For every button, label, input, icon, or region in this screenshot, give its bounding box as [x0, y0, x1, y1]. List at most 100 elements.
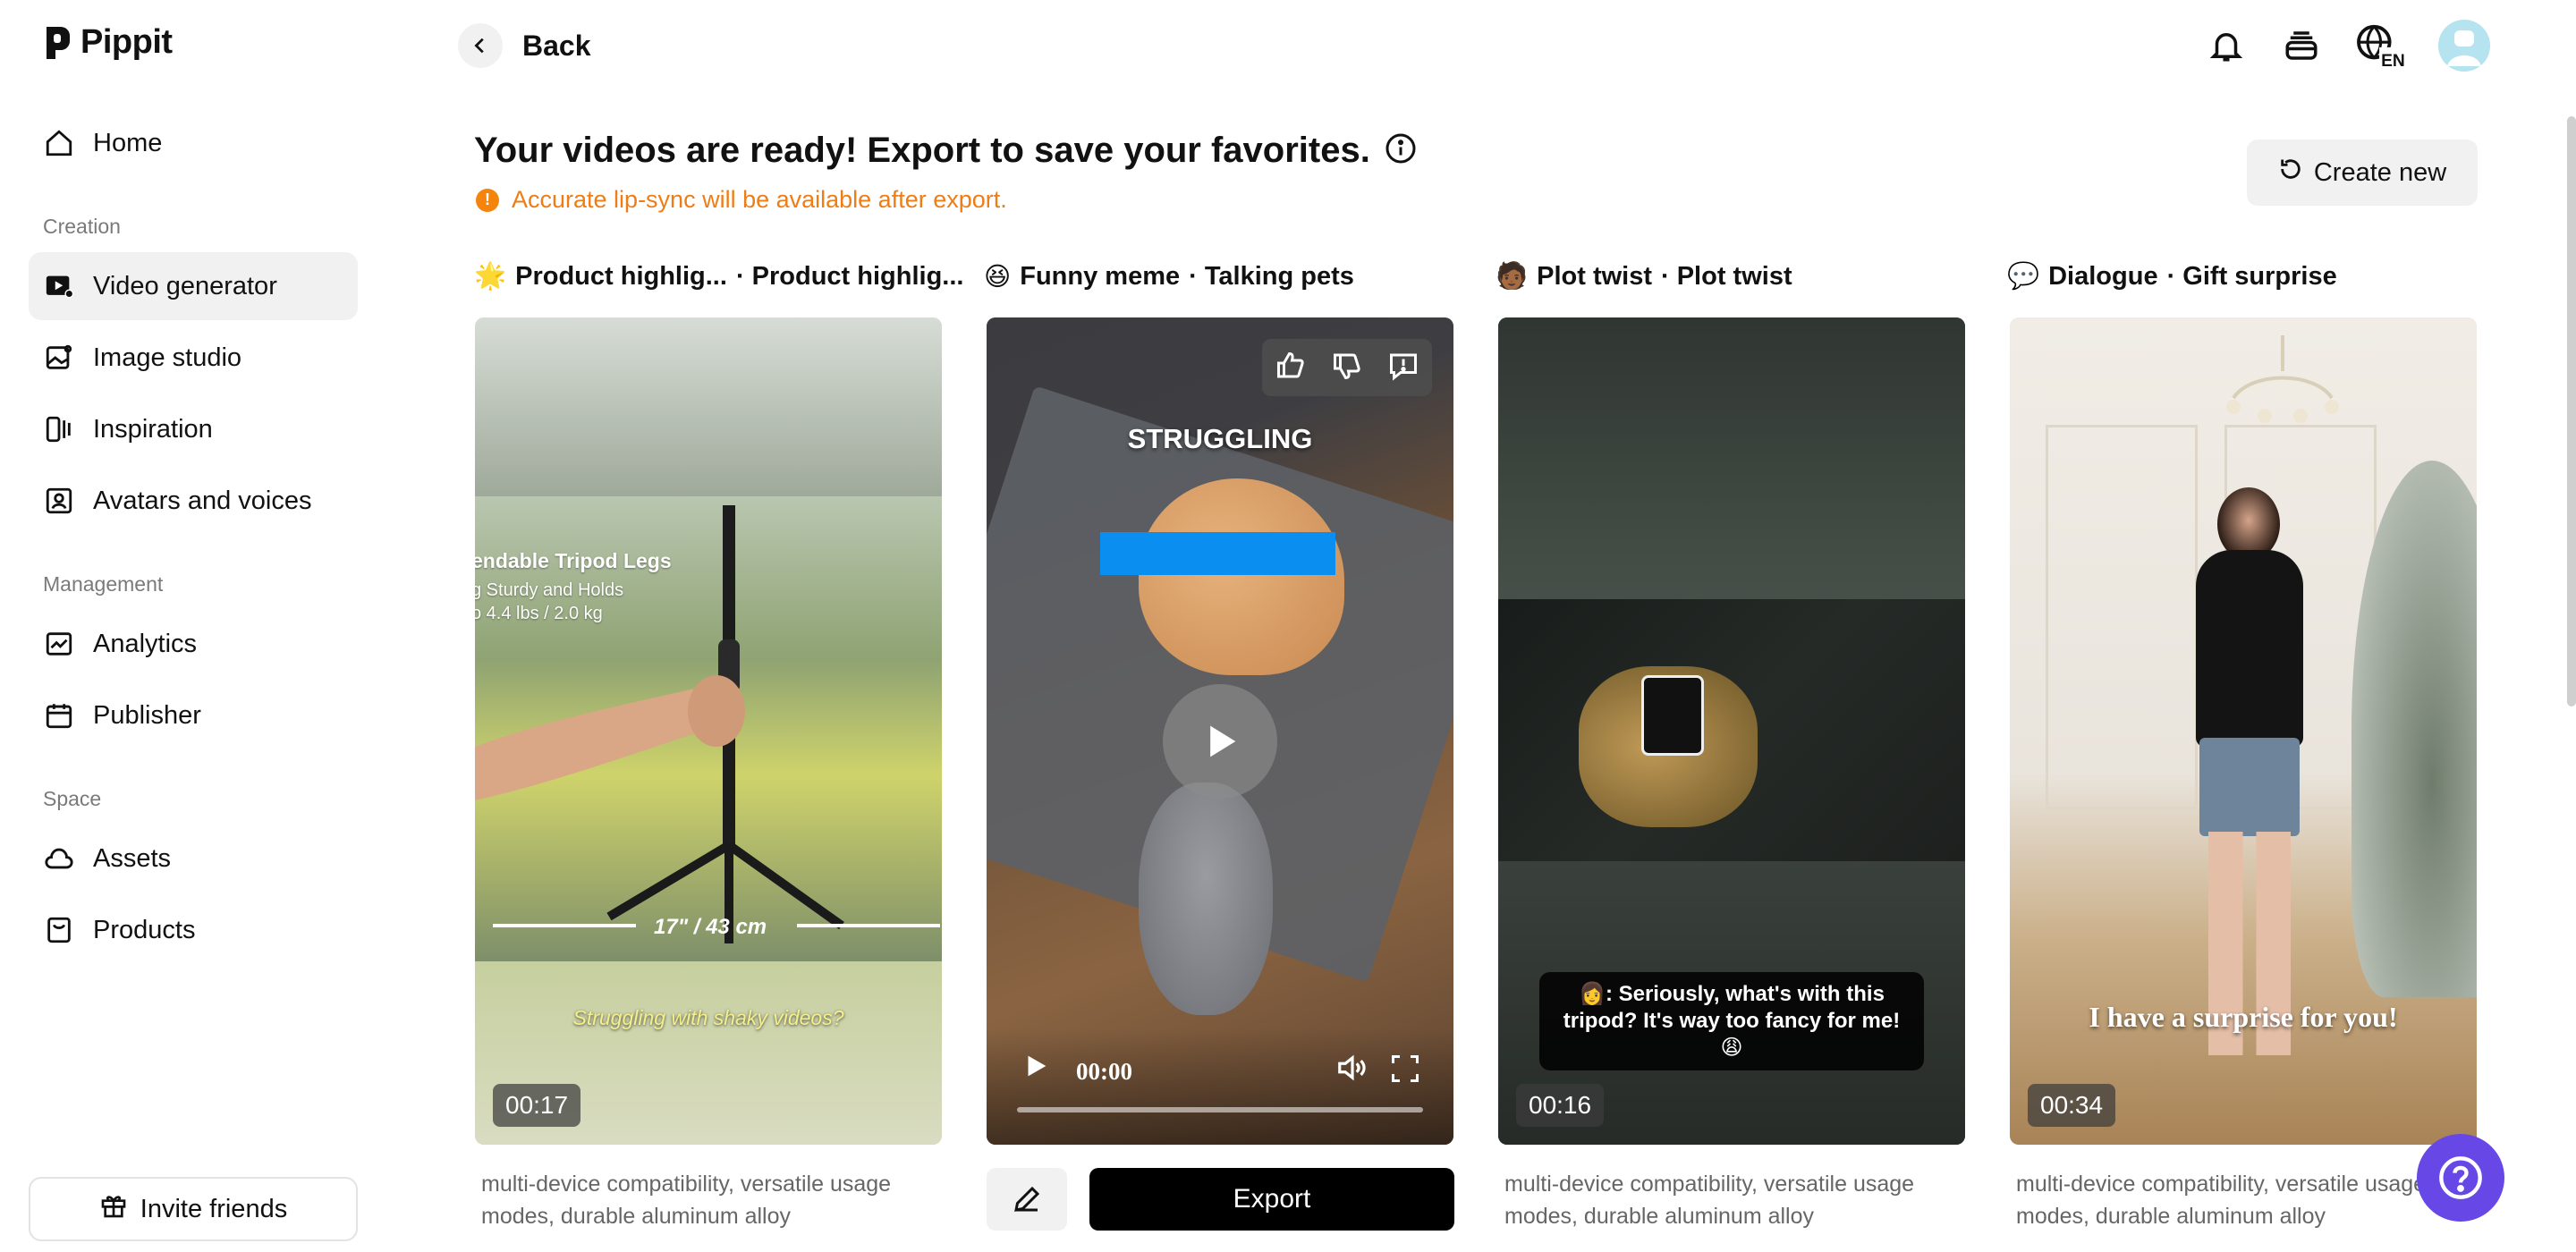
product-box-icon [43, 914, 75, 946]
person-emoji-icon: 🧑🏾 [1496, 262, 1529, 291]
chevron-left-icon [458, 23, 503, 68]
sidebar-item-video-generator[interactable]: Video generator [29, 252, 358, 320]
bell-icon[interactable] [2204, 23, 2249, 68]
overlay-feature-sub2: o 4.4 lbs / 2.0 kg [475, 604, 603, 623]
app-name: Pippit [80, 23, 173, 61]
help-button[interactable] [2417, 1134, 2504, 1222]
card-style: · Product highlig... [735, 261, 964, 291]
speech-bubble-emoji-icon: 💬 [2007, 262, 2040, 291]
sidebar-item-label: Video generator [93, 271, 277, 300]
play-control-icon[interactable] [1021, 1051, 1051, 1086]
invite-friends-button[interactable]: Invite friends [29, 1177, 358, 1241]
video-preview-product-highlight[interactable]: endable Tripod Legs g Sturdy and Holds o… [475, 317, 942, 1145]
feedback-bar [1262, 339, 1432, 396]
card-category: Product highlig... [515, 261, 727, 291]
section-title-space: Space [43, 787, 102, 810]
info-icon[interactable] [1385, 132, 1417, 169]
card-style: · Talking pets [1189, 262, 1354, 291]
thumbs-up-icon[interactable] [1275, 350, 1307, 386]
dialogue-subtitle: 👩: Seriously, what's with this tripod? I… [1539, 972, 1924, 1070]
laughing-emoji-icon: 😆 [984, 263, 1012, 292]
create-new-button[interactable]: Create new [2247, 140, 2478, 206]
volume-icon[interactable] [1335, 1051, 1369, 1089]
lip-sync-bar [1100, 532, 1335, 575]
duration-badge: 00:16 [1516, 1084, 1605, 1127]
section-title-management: Management [43, 572, 164, 596]
overlay-feature-title: endable Tripod Legs [475, 549, 672, 572]
card-description: multi-device compatibility, versatile us… [1504, 1172, 1915, 1229]
card-style: · Gift surprise [2166, 261, 2337, 291]
back-button[interactable]: Back [458, 23, 591, 68]
language-globe-icon[interactable]: EN [2354, 23, 2408, 68]
video-caption: I have a surprise for you! [2089, 1001, 2398, 1033]
video-player-funny-meme[interactable]: STRUGGLING 00:00 [987, 317, 1453, 1145]
edit-button[interactable] [987, 1168, 1067, 1231]
play-icon [1210, 725, 1236, 757]
logo[interactable]: Pippit [43, 23, 173, 62]
home-icon [43, 127, 75, 159]
sidebar-item-label: Home [93, 128, 163, 157]
avatar[interactable] [2438, 20, 2490, 72]
stack-icon[interactable] [2279, 23, 2324, 68]
sidebar-item-products[interactable]: Products [29, 896, 358, 964]
sidebar-item-home[interactable]: Home [29, 109, 358, 177]
sidebar-item-label: Image studio [93, 343, 242, 372]
question-icon [2439, 1156, 2482, 1199]
chandelier-image [2226, 335, 2339, 423]
card-description: multi-device compatibility, versatile us… [481, 1172, 892, 1229]
sidebar-item-inspiration[interactable]: Inspiration [29, 395, 358, 463]
scrollbar[interactable] [2567, 116, 2576, 706]
video-preview-dialogue[interactable]: I have a surprise for you! 00:34 [2010, 317, 2477, 1145]
image-studio-icon [43, 342, 75, 374]
gift-icon [99, 1191, 128, 1227]
sidebar-item-assets[interactable]: Assets [29, 825, 358, 892]
phone-image [1641, 675, 1704, 756]
sidebar-item-image-studio[interactable]: Image studio [29, 324, 358, 392]
presenter-image [2196, 550, 2303, 747]
thumbs-down-icon[interactable] [1331, 350, 1363, 386]
sidebar-item-label: Products [93, 915, 196, 944]
card-description: multi-device compatibility, versatile us… [2016, 1172, 2427, 1229]
inspiration-icon [43, 413, 75, 445]
progress-bar[interactable] [1017, 1107, 1423, 1112]
video-caption: Struggling with shaky videos? [572, 1006, 844, 1029]
card-category: Dialogue [2048, 261, 2158, 291]
sidebar-item-avatars-and-voices[interactable]: Avatars and voices [29, 467, 358, 535]
cloud-icon [43, 842, 75, 875]
card-title: 💬 Dialogue · Gift surprise [2007, 261, 2337, 292]
sidebar-item-label: Assets [93, 843, 172, 873]
sidebar-item-publisher[interactable]: Publisher [29, 681, 358, 749]
fullscreen-icon[interactable] [1389, 1053, 1421, 1089]
duration-badge: 00:34 [2028, 1084, 2116, 1127]
current-time: 00:00 [1076, 1058, 1132, 1085]
play-button[interactable] [1163, 684, 1277, 799]
analytics-icon [43, 628, 75, 660]
lip-sync-notice: ! Accurate lip-sync will be available af… [476, 186, 1007, 214]
overlay-measurement: 17" / 43 cm [654, 915, 767, 939]
card-style: · Plot twist [1661, 261, 1792, 291]
sidebar: Pippit Home Creation Video generator Ima… [0, 0, 385, 1252]
language-code: EN [2381, 52, 2405, 68]
sidebar-item-label: Inspiration [93, 414, 213, 444]
card-title: 😆 Funny meme · Talking pets [984, 261, 1354, 292]
report-icon[interactable] [1387, 350, 1419, 386]
sidebar-item-label: Analytics [93, 629, 198, 658]
invite-friends-label: Invite friends [140, 1194, 288, 1223]
card-category: Funny meme [1020, 262, 1181, 291]
player-controls: 00:00 [987, 1028, 1453, 1145]
page-title-row: Your videos are ready! Export to save yo… [474, 131, 1417, 171]
video-overlay-text: STRUGGLING [1127, 423, 1313, 454]
create-new-label: Create new [2313, 157, 2447, 187]
card-title: 🧑🏾 Plot twist · Plot twist [1496, 261, 1792, 292]
section-title-creation: Creation [43, 215, 121, 238]
refresh-icon [2278, 156, 2303, 189]
top-right-toolbar: EN [2204, 20, 2490, 72]
sidebar-item-analytics[interactable]: Analytics [29, 610, 358, 678]
avatar-icon [43, 485, 75, 517]
pencil-icon [1014, 1186, 1040, 1212]
export-button[interactable]: Export [1089, 1168, 1454, 1231]
video-preview-plot-twist[interactable]: 👩: Seriously, what's with this tripod? I… [1498, 317, 1965, 1145]
chinchilla-image [1139, 782, 1273, 1015]
overlay-feature-sub: g Sturdy and Holds [475, 580, 624, 600]
video-generator-icon [43, 270, 75, 302]
